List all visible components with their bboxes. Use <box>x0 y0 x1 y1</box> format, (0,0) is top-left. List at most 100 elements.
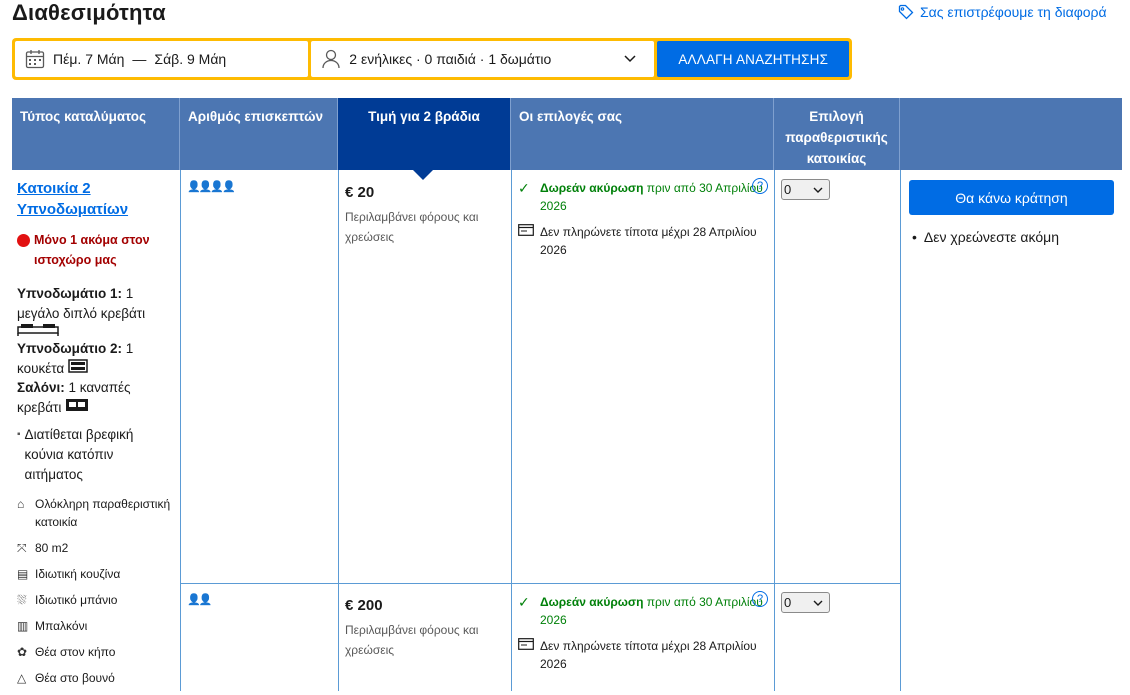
facility-label: Θέα στο βουνό <box>35 671 115 685</box>
header-select: Επιλογή παραθεριστικής κατοικίας <box>774 98 900 170</box>
payment-card-icon <box>518 637 540 673</box>
payment-card-icon <box>518 223 540 259</box>
row-divider <box>180 583 900 584</box>
crib-icon: ▪ <box>17 429 21 440</box>
column-divider <box>774 170 775 691</box>
bath-icon: ⛆ <box>17 593 27 607</box>
guests-summary: 2 ενήλικες · 0 παιδιά · 1 δωμάτιο <box>349 51 552 67</box>
facility-item: ⛆ Ιδιωτικό μπάνιο <box>17 591 175 609</box>
person-icon <box>322 49 340 69</box>
max-guests-4-icon: 👤👤👤👤 <box>187 181 236 193</box>
no-charge-text: Δεν χρεώνεστε ακόμη <box>923 229 1059 245</box>
column-divider <box>511 170 512 691</box>
checkmark-icon: ✓ <box>518 180 530 196</box>
mountain-icon: △ <box>17 671 27 685</box>
crib-note: ▪ Διατίθεται βρεφική κούνια κατόπιν αιτή… <box>17 425 175 485</box>
free-cancel-bold: Δωρεάν ακύρωση <box>540 595 644 609</box>
bunk-bed-icon <box>68 358 88 373</box>
facility-label: Θέα στον κήπο <box>35 645 116 659</box>
bedroom-2: Υπνοδωμάτιο 2: 1 κουκέτα <box>17 339 175 378</box>
pay-later-text: Δεν πληρώνετε τίποτα μέχρι 28 Απριλίου 2… <box>540 639 757 671</box>
size-icon: ⤧ <box>17 541 27 555</box>
home-icon: ⌂ <box>17 497 25 511</box>
checkmark-icon: ✓ <box>518 594 530 610</box>
max-guests-2-icon: 👤👤 <box>187 594 212 606</box>
price-note: Περιλαμβάνει φόρους και χρεώσεις <box>345 623 479 657</box>
room-quantity-select[interactable]: 0 <box>781 592 830 613</box>
quantity-value: 0 <box>784 595 792 610</box>
facility-label: Ιδιωτική κουζίνα <box>35 567 121 581</box>
option-2-price: € 200 Περιλαμβάνει φόρους και χρεώσεις <box>345 597 505 660</box>
room-info: Κατοικία 2 Υπνοδωματίων Μόνο 1 ακόμα στο… <box>12 170 180 695</box>
free-cancellation: ✓ Δωρεάν ακύρωση πριν από 30 Απριλίου 20… <box>518 179 773 215</box>
balcony-icon: ▥ <box>17 619 29 633</box>
free-cancellation: ✓ Δωρεάν ακύρωση πριν από 30 Απριλίου 20… <box>518 593 773 629</box>
pay-later: Δεν πληρώνετε τίποτα μέχρι 28 Απριλίου 2… <box>518 223 773 259</box>
pay-later: Δεν πληρώνετε τίποτα μέχρι 28 Απριλίου 2… <box>518 637 773 673</box>
tag-icon <box>898 4 914 20</box>
garden-icon: ✿ <box>17 645 28 659</box>
price-match-link[interactable]: Σας επιστρέφουμε τη διαφορά <box>898 4 1107 20</box>
living-room-label: Σαλόνι: <box>17 380 65 395</box>
option-2-choices: ✓ Δωρεάν ακύρωση πριν από 30 Απριλίου 20… <box>518 593 773 673</box>
checkin-date: Πέμ. 7 Μάη <box>53 51 125 67</box>
search-bar: Πέμ. 7 Μάη — Σάβ. 9 Μάη 2 ενήλικες · 0 π… <box>12 38 852 80</box>
header-price[interactable]: Τιμή για 2 βράδια <box>338 98 511 180</box>
facility-item: ▤ Ιδιωτική κουζίνα <box>17 565 175 583</box>
column-divider <box>900 170 901 691</box>
column-divider <box>180 170 181 691</box>
date-picker[interactable]: Πέμ. 7 Μάη — Σάβ. 9 Μάη <box>15 41 309 77</box>
guests-selector[interactable]: 2 ενήλικες · 0 παιδιά · 1 δωμάτιο <box>311 41 655 77</box>
room-name-link[interactable]: Κατοικία 2 Υπνοδωματίων <box>17 178 175 220</box>
room-quantity-select[interactable]: 0 <box>781 179 830 200</box>
price-note: Περιλαμβάνει φόρους και χρεώσεις <box>345 210 479 244</box>
bedroom-2-label: Υπνοδωμάτιο 2: <box>17 341 123 356</box>
chevron-down-icon <box>624 55 637 63</box>
facility-item: ⤧ 80 m2 <box>17 539 175 557</box>
bedroom-1-label: Υπνοδωμάτιο 1: <box>17 286 123 301</box>
option-1-price: € 20 Περιλαμβάνει φόρους και χρεώσεις <box>345 184 505 247</box>
kitchen-icon: ▤ <box>17 567 29 581</box>
help-icon[interactable]: ? <box>752 178 768 194</box>
facility-item: ✿ Θέα στον κήπο <box>17 643 175 661</box>
facility-item: ⌂ Ολόκληρη παραθεριστική κατοικία <box>17 495 175 531</box>
pay-later-text: Δεν πληρώνετε τίποτα μέχρι 28 Απριλίου 2… <box>540 225 757 257</box>
free-cancel-bold: Δωρεάν ακύρωση <box>540 181 644 195</box>
facility-label: Μπαλκόνι <box>35 619 88 633</box>
facility-label: 80 m2 <box>35 541 69 555</box>
price-match-label: Σας επιστρέφουμε τη διαφορά <box>920 4 1107 20</box>
help-icon[interactable]: ? <box>752 591 768 607</box>
facility-label: Ιδιωτικό μπάνιο <box>35 593 118 607</box>
header-accommodation-type: Τύπος καταλύματος <box>12 98 180 170</box>
facilities-list: ⌂ Ολόκληρη παραθεριστική κατοικία ⤧ 80 m2 … <box>17 495 175 687</box>
header-choices: Οι επιλογές σας <box>511 98 774 170</box>
living-room: Σαλόνι: 1 καναπές κρεβάτι <box>17 378 175 417</box>
price-amount: € 200 <box>345 597 383 614</box>
quantity-value: 0 <box>784 182 792 197</box>
chevron-down-icon <box>813 187 823 193</box>
facility-item: △ Θέα στο βουνό <box>17 669 175 687</box>
availability-table: Τύπος καταλύματος Αριθμός επισκεπτών Τιμ… <box>12 98 1122 691</box>
no-charge-note: • Δεν χρεώνεστε ακόμη <box>912 229 1059 245</box>
scarcity-badge: Μόνο 1 ακόμα στον ιστοχώρο μας <box>17 230 175 270</box>
sofa-bed-icon <box>66 398 89 411</box>
double-bed-icon <box>17 324 59 336</box>
header-guests: Αριθμός επισκεπτών <box>180 98 338 170</box>
crib-text: Διατίθεται βρεφική κούνια κατόπιν αιτήμα… <box>24 427 134 482</box>
header-reserve <box>900 98 1122 170</box>
calendar-icon <box>25 50 45 69</box>
facility-item: ▥ Μπαλκόνι <box>17 617 175 635</box>
option-1-choices: ✓ Δωρεάν ακύρωση πριν από 30 Απριλίου 20… <box>518 179 773 259</box>
bedroom-1: Υπνοδωμάτιο 1: 1 μεγάλο διπλό κρεβάτι <box>17 284 175 337</box>
change-search-button[interactable]: ΑΛΛΑΓΗ ΑΝΑΖΗΤΗΣΗΣ <box>657 41 849 77</box>
checkout-date: Σάβ. 9 Μάη <box>154 51 227 67</box>
alert-dot-icon <box>17 234 30 247</box>
reserve-button[interactable]: Θα κάνω κράτηση <box>909 180 1114 215</box>
page-title: Διαθεσιμότητα <box>12 0 166 25</box>
price-amount: € 20 <box>345 184 375 201</box>
date-separator: — <box>132 51 147 67</box>
facility-label: Ολόκληρη παραθεριστική κατοικία <box>35 497 171 529</box>
table-header: Τύπος καταλύματος Αριθμός επισκεπτών Τιμ… <box>12 98 1122 180</box>
column-divider <box>338 170 339 691</box>
chevron-down-icon <box>813 600 823 606</box>
